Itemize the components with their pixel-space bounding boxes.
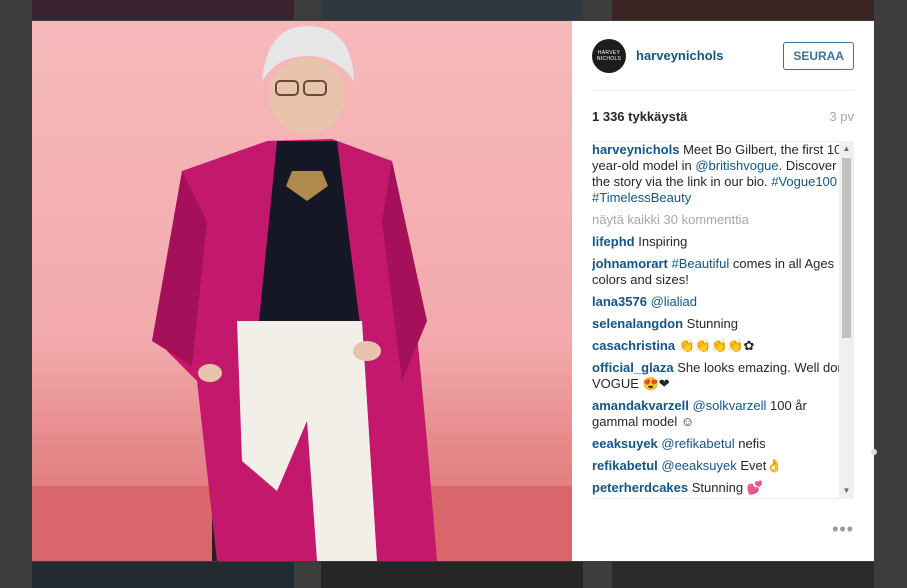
comment-user[interactable]: johnamorart bbox=[592, 256, 668, 271]
comment-text: Inspiring bbox=[638, 234, 688, 249]
background-tile bbox=[321, 562, 583, 588]
comment-link[interactable]: #Beautiful bbox=[671, 256, 729, 271]
comment-item: lifephd Inspiring bbox=[592, 234, 852, 250]
comment-user[interactable]: peterherdcakes bbox=[592, 480, 688, 495]
scroll-up-icon[interactable]: ▲ bbox=[839, 142, 854, 156]
comment-link[interactable]: @refikabetul bbox=[661, 436, 734, 451]
mention-link[interactable]: @britishvogue bbox=[695, 158, 778, 173]
comment-user[interactable]: refikabetul bbox=[592, 458, 658, 473]
comment-user[interactable]: selenalangdon bbox=[592, 316, 683, 331]
caption: harveynichols Meet Bo Gilbert, the first… bbox=[592, 142, 852, 206]
view-all-comments[interactable]: näytä kaikki 30 kommenttia bbox=[592, 212, 852, 228]
comment-item: johnamorart #Beautiful comes in all Ages… bbox=[592, 256, 852, 288]
scrollbar[interactable]: ▲ ▼ bbox=[839, 142, 854, 498]
likes-count[interactable]: 1 336 tykkäystä bbox=[592, 109, 687, 124]
comment-item: lana3576 @lialiad bbox=[592, 294, 852, 310]
scroll-down-icon[interactable]: ▼ bbox=[839, 484, 854, 498]
comment-user[interactable]: lifephd bbox=[592, 234, 635, 249]
comment-list: harveynichols Meet Bo Gilbert, the first… bbox=[592, 142, 852, 498]
comment-user[interactable]: official_glaza bbox=[592, 360, 674, 375]
comment-user[interactable]: harveynichols bbox=[592, 142, 679, 157]
post-header: HARVEY NICHOLS harveynichols SEURAA bbox=[592, 21, 854, 91]
comment-user[interactable]: amandakvarzell bbox=[592, 398, 689, 413]
comment-user[interactable]: eeaksuyek bbox=[592, 436, 658, 451]
comment-item: refikabetul @eeaksuyek Evet👌 bbox=[592, 458, 852, 474]
comments-section: harveynichols Meet Bo Gilbert, the first… bbox=[592, 142, 854, 498]
follow-button[interactable]: SEURAA bbox=[783, 41, 854, 70]
cursor-dot bbox=[871, 449, 877, 455]
comment-user[interactable]: casachristina bbox=[592, 338, 675, 353]
comment-item: official_glaza She looks emazing. Well d… bbox=[592, 360, 852, 392]
avatar-label: HARVEY NICHOLS bbox=[596, 49, 622, 62]
comment-text: 👏👏👏👏✿ bbox=[678, 338, 755, 353]
background-tile bbox=[612, 0, 874, 20]
background-tile bbox=[321, 0, 583, 20]
post-username[interactable]: harveynichols bbox=[636, 48, 723, 63]
post-footer: ••• bbox=[592, 498, 854, 561]
avatar[interactable]: HARVEY NICHOLS bbox=[592, 38, 626, 73]
comment-item: peterherdcakes Stunning 💕 bbox=[592, 480, 852, 496]
comment-text: Evet👌 bbox=[740, 458, 783, 473]
comment-link[interactable]: @eeaksuyek bbox=[661, 458, 736, 473]
comment-item: amandakvarzell @solkvarzell 100 år gamma… bbox=[592, 398, 852, 430]
post-sidebar: HARVEY NICHOLS harveynichols SEURAA 1 33… bbox=[572, 21, 874, 561]
scrollbar-thumb[interactable] bbox=[842, 158, 851, 338]
comment-item: selenalangdon Stunning bbox=[592, 316, 852, 332]
model-illustration bbox=[152, 26, 437, 561]
comment-link[interactable]: @lialiad bbox=[651, 294, 697, 309]
background-tile bbox=[612, 562, 874, 588]
background-tile bbox=[32, 0, 294, 20]
comment-text: nefis bbox=[738, 436, 766, 451]
comment-item: casachristina 👏👏👏👏✿ bbox=[592, 338, 852, 354]
comment-item: eeaksuyek @refikabetul nefis bbox=[592, 436, 852, 452]
post-photo[interactable] bbox=[32, 21, 572, 561]
post-stats: 1 336 tykkäystä 3 pv bbox=[592, 92, 854, 142]
comment-link[interactable]: @solkvarzell bbox=[692, 398, 766, 413]
comment-user[interactable]: lana3576 bbox=[592, 294, 647, 309]
post-time[interactable]: 3 pv bbox=[829, 109, 854, 124]
ellipsis-icon[interactable]: ••• bbox=[832, 519, 854, 540]
background-tile bbox=[32, 562, 294, 588]
comment-text: Stunning bbox=[686, 316, 738, 331]
post-modal: HARVEY NICHOLS harveynichols SEURAA 1 33… bbox=[32, 21, 874, 561]
comment-text: Stunning 💕 bbox=[691, 480, 763, 495]
